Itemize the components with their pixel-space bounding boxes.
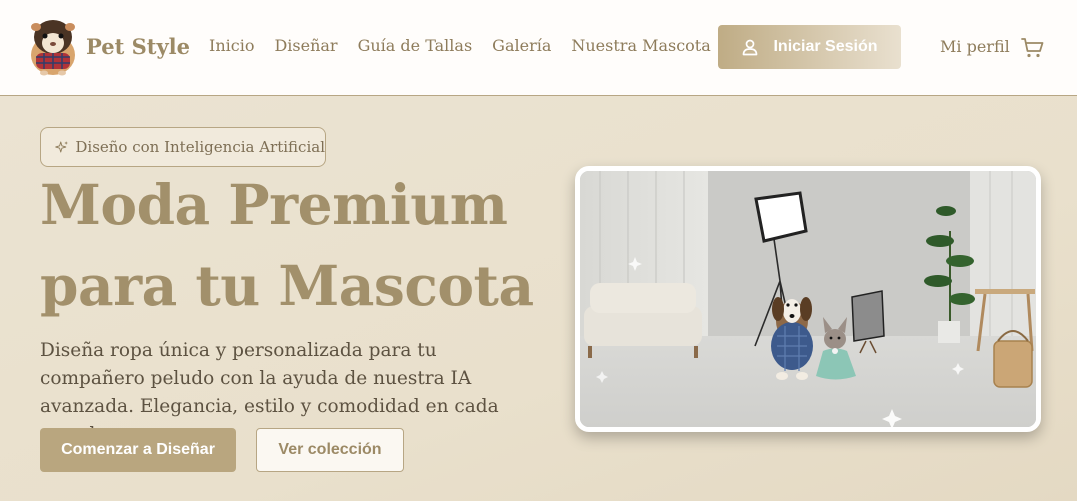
hero-title-line-2: para tu Mascota: [40, 253, 534, 318]
nav-item-guia-de-tallas[interactable]: Guía de Tallas: [358, 36, 473, 55]
login-button[interactable]: Iniciar Sesión: [718, 25, 901, 69]
site-header: Pet Style Inicio Diseñar Guía de Tallas …: [0, 0, 1077, 96]
cart-icon[interactable]: [1021, 36, 1045, 60]
guinea-pig-logo-icon[interactable]: [28, 15, 78, 77]
user-icon: [743, 39, 758, 56]
sparkles-icon: [55, 141, 68, 153]
profile-link[interactable]: Mi perfil: [940, 37, 1010, 56]
nav-item-nuestra-mascota[interactable]: Nuestra Mascota: [571, 36, 710, 55]
ai-badge: Diseño con Inteligencia Artificial: [40, 127, 326, 167]
hero-photo: [575, 166, 1041, 432]
ai-badge-label: Diseño con Inteligencia Artificial: [75, 138, 325, 156]
nav-item-inicio[interactable]: Inicio: [209, 36, 254, 55]
pet-photo-studio-image: [580, 171, 1036, 427]
view-collection-button[interactable]: Ver colección: [256, 428, 404, 472]
main-nav: Inicio Diseñar Guía de Tallas Galería Nu…: [209, 36, 711, 55]
nav-item-disenar[interactable]: Diseñar: [274, 36, 337, 55]
brand-name[interactable]: Pet Style: [86, 34, 190, 59]
nav-item-galeria[interactable]: Galería: [492, 36, 551, 55]
hero-title-line-1: Moda Premium: [40, 172, 508, 237]
login-label: Iniciar Sesión: [773, 38, 878, 55]
start-designing-button[interactable]: Comenzar a Diseñar: [40, 428, 236, 472]
